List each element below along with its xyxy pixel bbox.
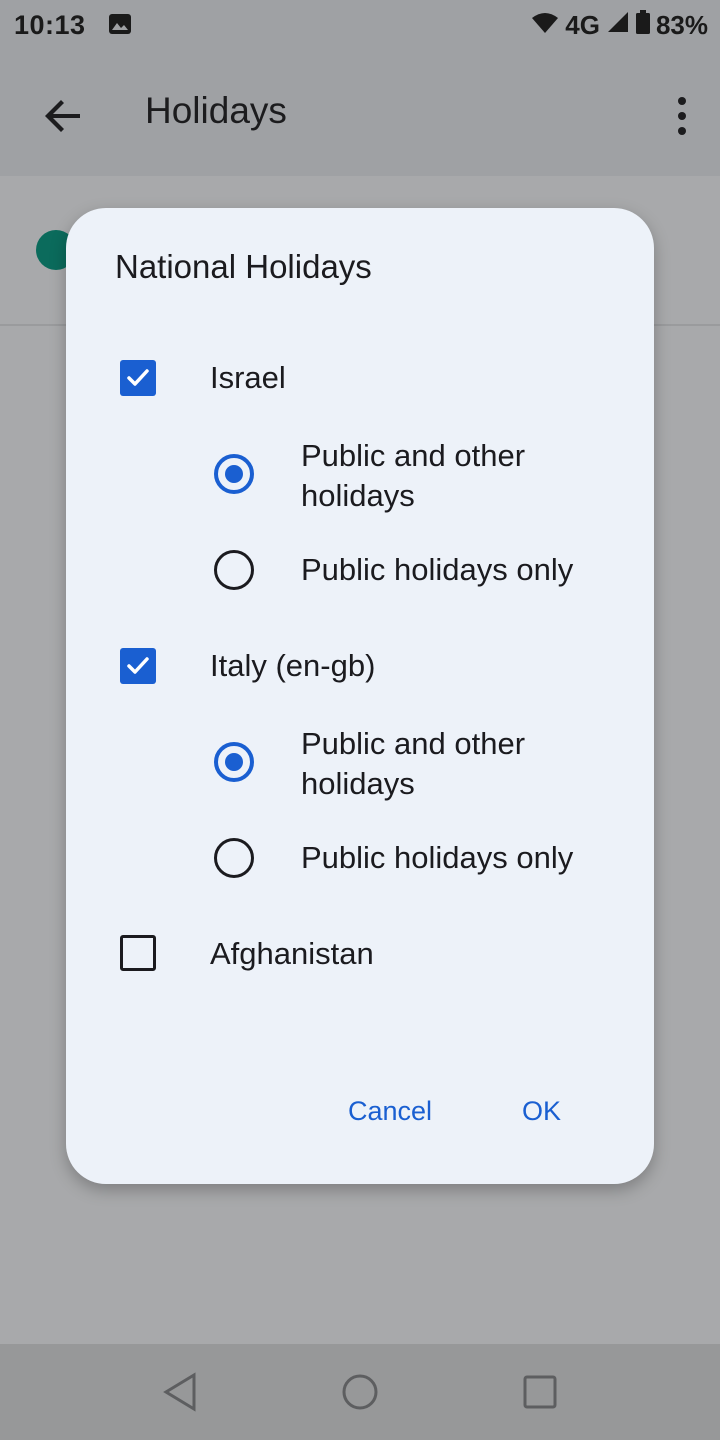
radio-italy-public-and-other[interactable] [214, 742, 254, 782]
checkbox-afghanistan[interactable] [120, 935, 156, 971]
cancel-button[interactable]: Cancel [340, 1092, 440, 1131]
radio-israel-public-only[interactable] [214, 550, 254, 590]
nav-home-button[interactable] [338, 1370, 382, 1414]
country-label-italy[interactable]: Italy (en-gb) [210, 648, 375, 684]
checkbox-italy[interactable] [120, 648, 156, 684]
battery-icon [635, 10, 650, 41]
battery-percent: 83% [655, 10, 708, 40]
wifi-icon [531, 10, 559, 41]
more-vert-icon [678, 97, 686, 135]
radio-israel-public-and-other[interactable] [214, 454, 254, 494]
overflow-menu-button[interactable] [670, 92, 694, 140]
cell-signal-icon [606, 10, 630, 41]
page-title: Holidays [145, 90, 287, 131]
image-notification-icon [108, 13, 132, 40]
radio-italy-public-only[interactable] [214, 838, 254, 878]
triangle-back-icon [163, 1372, 196, 1412]
app-bar: Holidays [0, 52, 720, 176]
check-icon [127, 369, 149, 386]
system-nav-bar [0, 1344, 720, 1440]
country-label-israel[interactable]: Israel [210, 360, 286, 396]
radio-label-israel-public-and-other[interactable]: Public and other holidays [301, 436, 621, 516]
arrow-back-icon [45, 100, 80, 132]
nav-recents-button[interactable] [518, 1370, 562, 1414]
status-time: 10:13 [14, 10, 86, 40]
radio-label-italy-public-and-other[interactable]: Public and other holidays [301, 724, 621, 804]
circle-home-icon [342, 1374, 378, 1410]
radio-label-israel-public-only[interactable]: Public holidays only [301, 550, 621, 590]
network-type: 4G [565, 10, 600, 40]
status-bar: 10:13 4G 83% [0, 0, 720, 52]
country-label-afghanistan[interactable]: Afghanistan [210, 936, 374, 972]
nav-back-button[interactable] [158, 1370, 202, 1414]
check-icon [127, 657, 149, 674]
square-recents-icon [523, 1375, 557, 1409]
ok-button[interactable]: OK [514, 1092, 569, 1131]
radio-label-italy-public-only[interactable]: Public holidays only [301, 838, 621, 878]
dialog-title: National Holidays [115, 248, 372, 285]
back-button[interactable] [40, 92, 88, 140]
national-holidays-dialog: National Holidays Israel Public and othe… [66, 208, 654, 1184]
checkbox-israel[interactable] [120, 360, 156, 396]
